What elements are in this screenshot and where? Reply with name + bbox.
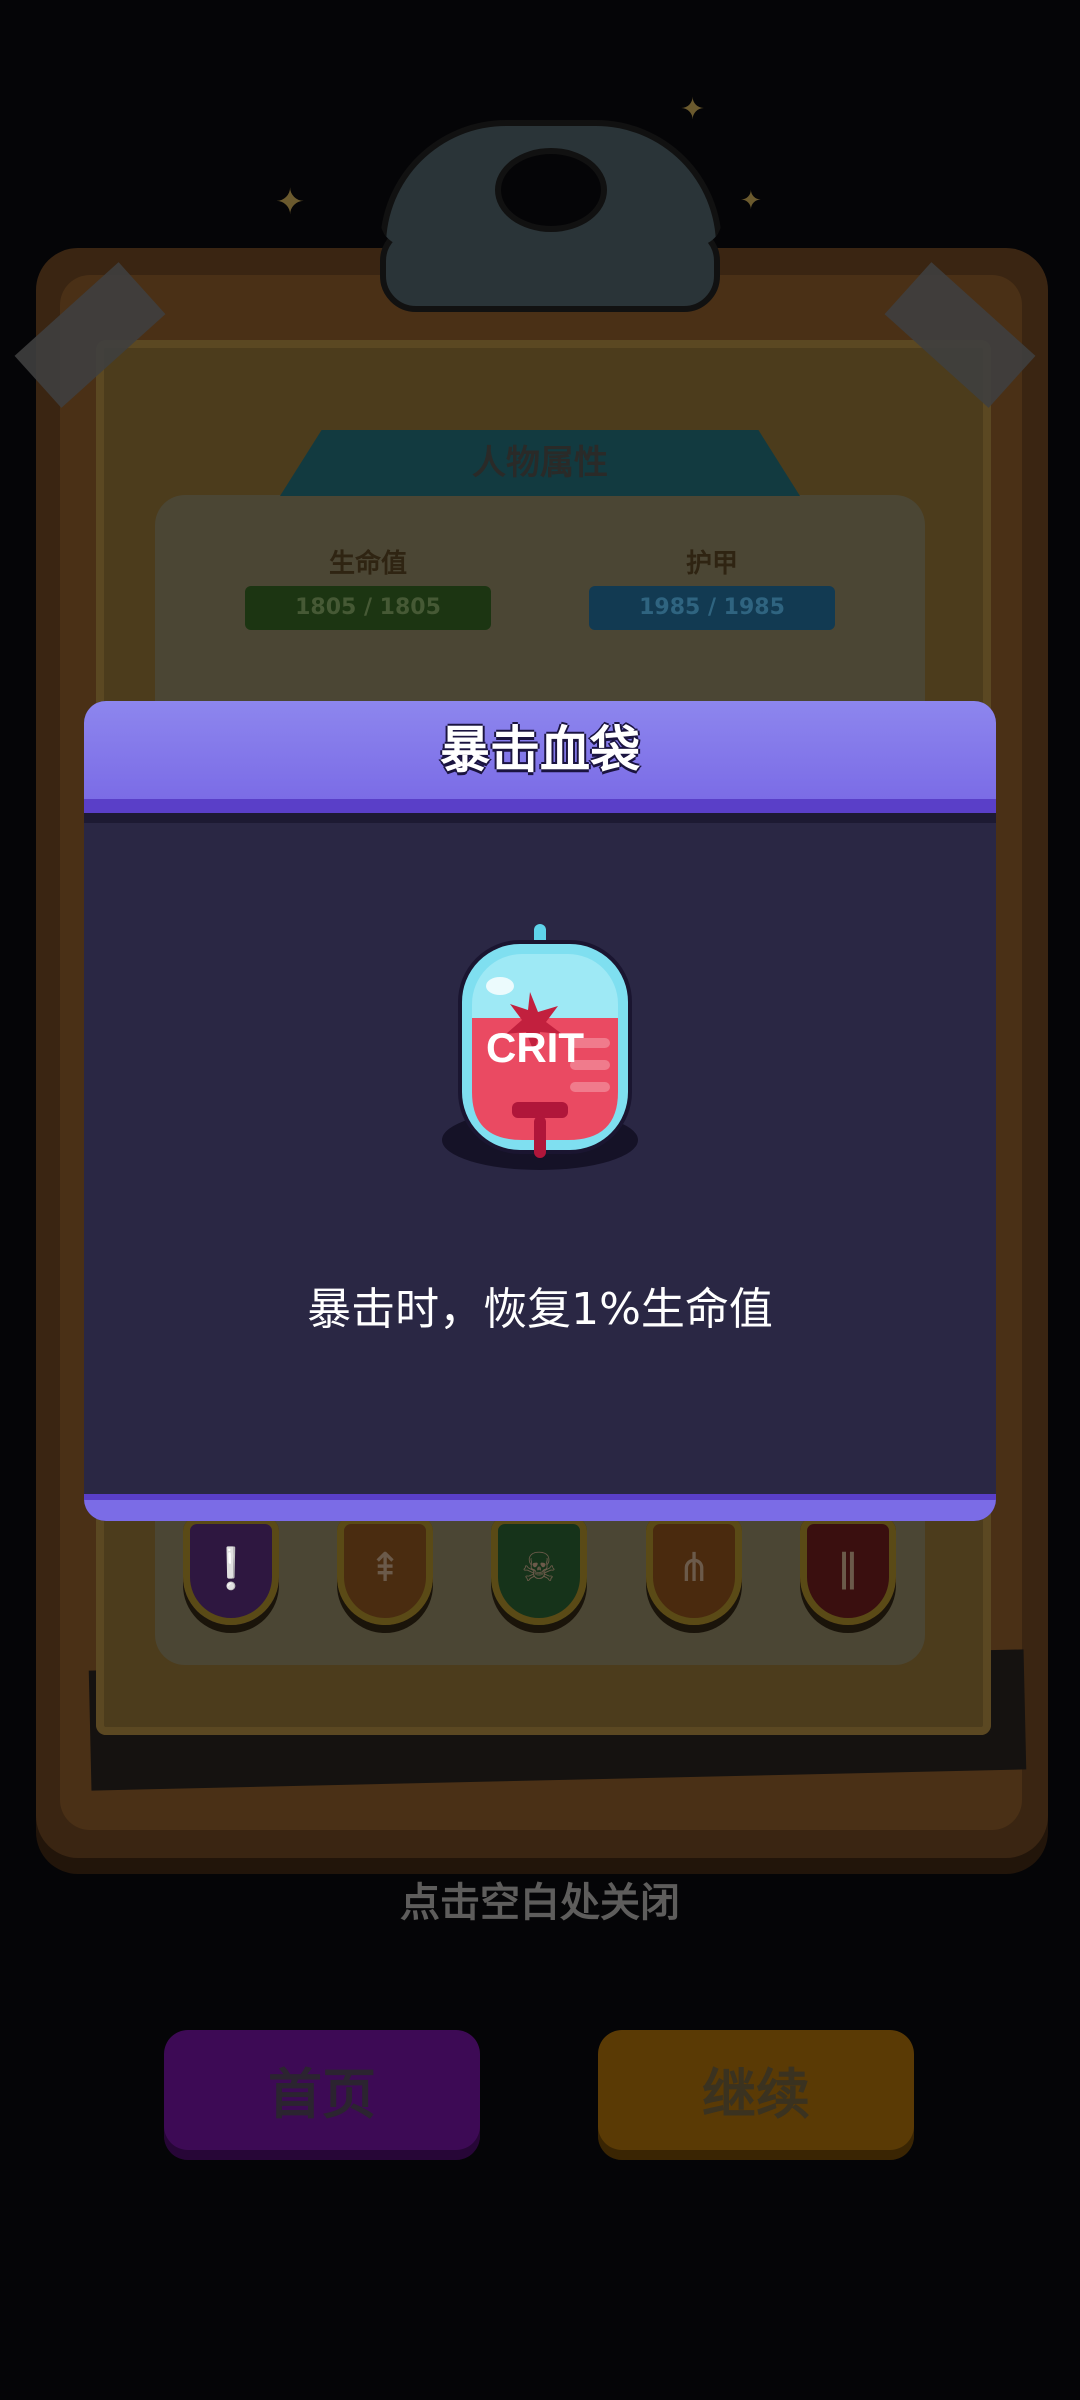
- crit-label: CRIT: [486, 1024, 584, 1071]
- armor-label: 护甲: [685, 549, 738, 579]
- double-shot-icon: ǁ: [838, 1545, 858, 1591]
- bag-highlight: [486, 977, 514, 995]
- blood-bag-icon: CRIT: [442, 924, 638, 1170]
- hp-bar: 1805 / 1805: [245, 586, 491, 630]
- clip-hole: [495, 148, 607, 232]
- bag-stripe: [570, 1082, 610, 1092]
- sparkle-icon: ✦: [680, 92, 706, 127]
- modal-header-rim: [84, 799, 996, 813]
- armor-bar: 1985 / 1985: [589, 586, 835, 630]
- skill-badge[interactable]: ǁ: [800, 1517, 896, 1625]
- item-description: 暴击时，恢复1%生命值: [307, 1284, 773, 1335]
- bag-tube-bottom: [534, 1116, 546, 1158]
- modal-footer: [84, 1494, 996, 1521]
- sparkle-icon: ✦: [740, 186, 762, 216]
- skill-badge[interactable]: ☠: [491, 1517, 587, 1625]
- skill-badge[interactable]: ⋔: [646, 1517, 742, 1625]
- modal-header-shadow: [84, 813, 996, 823]
- home-button[interactable]: 首页: [164, 2030, 480, 2160]
- modal-title: 暴击血袋: [440, 721, 640, 779]
- hp-label: 生命值: [328, 549, 407, 579]
- poison-skull-icon: ☠: [521, 1545, 557, 1591]
- attributes-title: 人物属性: [472, 443, 608, 483]
- sparkle-icon: ✦: [275, 182, 306, 223]
- multi-shot-icon: ⋔: [677, 1545, 711, 1591]
- skill-badge[interactable]: ⇞: [337, 1517, 433, 1625]
- bag-valve: [512, 1102, 568, 1118]
- arrow-tree-icon: ⇞: [368, 1545, 402, 1591]
- continue-button[interactable]: 继续: [598, 2030, 914, 2160]
- sword-icon: ❕: [206, 1546, 256, 1592]
- close-hint: 点击空白处关闭: [400, 1880, 680, 1926]
- skill-badge[interactable]: ❕: [183, 1517, 279, 1625]
